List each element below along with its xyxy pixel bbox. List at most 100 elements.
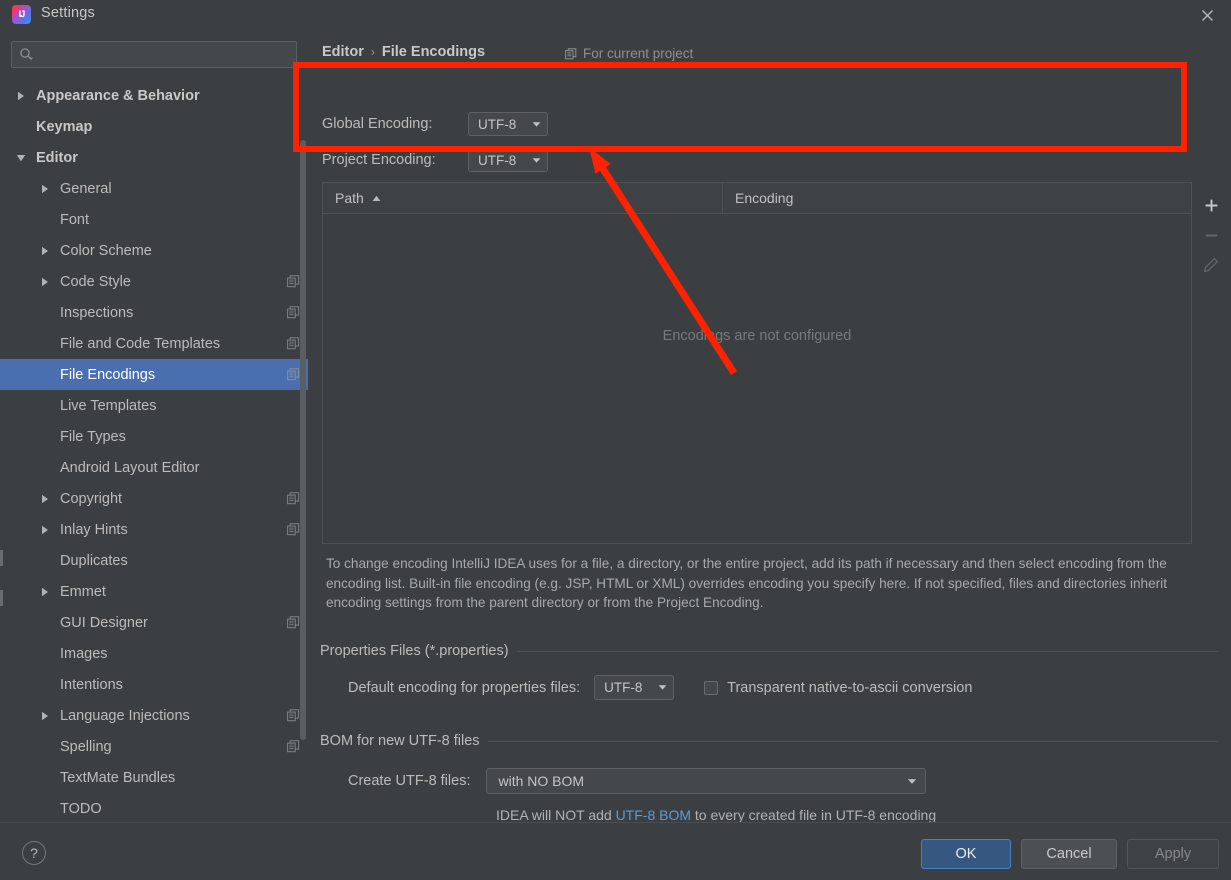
column-header-path[interactable]: Path bbox=[323, 183, 723, 213]
table-body[interactable]: Encodings are not configured bbox=[323, 214, 1191, 543]
cancel-button[interactable]: Cancel bbox=[1021, 839, 1117, 869]
sidebar-item-todo[interactable]: TODO bbox=[0, 793, 308, 822]
search-input[interactable] bbox=[11, 41, 297, 68]
add-button[interactable] bbox=[1197, 190, 1225, 220]
create-utf8-dropdown[interactable]: with NO BOM bbox=[486, 768, 927, 794]
sidebar-item-appearance-behavior[interactable]: Appearance & Behavior bbox=[0, 80, 308, 111]
sidebar-item-images[interactable]: Images bbox=[0, 638, 308, 669]
chevron-right-icon[interactable] bbox=[38, 244, 51, 257]
sidebar-item-duplicates[interactable]: Duplicates bbox=[0, 545, 308, 576]
sidebar-item-gui-designer[interactable]: GUI Designer bbox=[0, 607, 308, 638]
chevron-right-icon[interactable] bbox=[38, 492, 51, 505]
sidebar-item-color-scheme[interactable]: Color Scheme bbox=[0, 235, 308, 266]
copy-settings-icon[interactable] bbox=[287, 306, 300, 319]
sidebar-item-label: File Types bbox=[60, 428, 126, 445]
close-icon[interactable] bbox=[1195, 4, 1219, 26]
properties-group-header: Properties Files (*.properties) bbox=[320, 642, 1218, 660]
encodings-description: To change encoding IntelliJ IDEA uses fo… bbox=[326, 556, 1167, 610]
copy-settings-icon[interactable] bbox=[287, 275, 300, 288]
pencil-icon[interactable] bbox=[1197, 250, 1225, 280]
sort-ascending-icon bbox=[372, 195, 381, 202]
app-icon-glyph: IJ bbox=[18, 9, 25, 19]
sidebar-item-file-types[interactable]: File Types bbox=[0, 421, 308, 452]
sidebar-item-android-layout-editor[interactable]: Android Layout Editor bbox=[0, 452, 308, 483]
sidebar-item-code-style[interactable]: Code Style bbox=[0, 266, 308, 297]
breadcrumb-current: File Encodings bbox=[381, 44, 486, 60]
group-divider bbox=[516, 650, 1218, 652]
chevron-right-icon[interactable] bbox=[38, 275, 51, 288]
bom-note-link[interactable]: UTF-8 BOM bbox=[616, 807, 691, 823]
sidebar-item-label: Language Injections bbox=[60, 707, 190, 724]
group-divider bbox=[487, 740, 1218, 742]
chevron-down-icon bbox=[907, 772, 917, 790]
sidebar-item-live-templates[interactable]: Live Templates bbox=[0, 390, 308, 421]
copy-settings-icon[interactable] bbox=[287, 523, 300, 536]
copy-settings-icon[interactable] bbox=[287, 337, 300, 350]
sidebar-item-emmet[interactable]: Emmet bbox=[0, 576, 308, 607]
sidebar-item-label: Live Templates bbox=[60, 397, 157, 414]
sidebar-scrollbar-thumb[interactable] bbox=[300, 140, 306, 740]
chevron-down-icon[interactable] bbox=[14, 151, 27, 164]
properties-encoding-label: Default encoding for properties files: bbox=[348, 679, 581, 696]
sidebar-item-font[interactable]: Font bbox=[0, 204, 308, 235]
sidebar-item-label: TextMate Bundles bbox=[60, 769, 176, 786]
global-encoding-dropdown[interactable]: UTF-8 bbox=[468, 112, 548, 136]
search-icon bbox=[19, 47, 34, 62]
sidebar-item-keymap[interactable]: Keymap bbox=[0, 111, 308, 142]
transparent-conversion-checkbox[interactable]: Transparent native-to-ascii conversion bbox=[704, 680, 972, 696]
window-edge-mark-bottom bbox=[0, 590, 3, 606]
sidebar-item-label: Spelling bbox=[60, 738, 112, 755]
sidebar-scrollbar-track[interactable] bbox=[300, 80, 307, 822]
chevron-right-icon[interactable] bbox=[38, 182, 51, 195]
chevron-right-icon[interactable] bbox=[38, 523, 51, 536]
remove-button[interactable] bbox=[1197, 220, 1225, 250]
sidebar-item-label: General bbox=[60, 180, 112, 197]
settings-sidebar: Appearance & Behavior Keymap Editor General… bbox=[0, 30, 308, 822]
chevron-down-icon bbox=[658, 684, 667, 691]
help-button[interactable]: ? bbox=[22, 841, 46, 865]
sidebar-item-intentions[interactable]: Intentions bbox=[0, 669, 308, 700]
sidebar-item-label: Inlay Hints bbox=[60, 521, 128, 538]
copy-settings-icon[interactable] bbox=[287, 492, 300, 505]
project-encoding-label: Project Encoding: bbox=[322, 152, 436, 168]
column-header-path-label: Path bbox=[335, 190, 364, 206]
sidebar-item-label: Emmet bbox=[60, 583, 106, 600]
sidebar-item-label: Inspections bbox=[60, 304, 134, 321]
sidebar-item-file-encodings[interactable]: File Encodings bbox=[0, 359, 308, 390]
sidebar-item-inspections[interactable]: Inspections bbox=[0, 297, 308, 328]
sidebar-item-label: Font bbox=[60, 211, 90, 228]
project-encoding-dropdown[interactable]: UTF-8 bbox=[468, 148, 548, 172]
column-header-encoding[interactable]: Encoding bbox=[723, 183, 1191, 213]
sidebar-item-copyright[interactable]: Copyright bbox=[0, 483, 308, 514]
sidebar-item-language-injections[interactable]: Language Injections bbox=[0, 700, 308, 731]
checkbox-box[interactable] bbox=[704, 680, 719, 695]
copy-settings-icon[interactable] bbox=[287, 616, 300, 629]
breadcrumb: Editor › File Encodings bbox=[322, 44, 485, 60]
chevron-right-icon[interactable] bbox=[14, 89, 27, 102]
ok-button[interactable]: OK bbox=[921, 839, 1011, 869]
transparent-conversion-label: Transparent native-to-ascii conversion bbox=[727, 679, 973, 696]
chevron-right-icon[interactable] bbox=[38, 585, 51, 598]
breadcrumb-parent[interactable]: Editor bbox=[322, 44, 364, 60]
copy-settings-icon[interactable] bbox=[287, 740, 300, 753]
sidebar-item-label: Keymap bbox=[36, 118, 93, 135]
sidebar-item-general[interactable]: General bbox=[0, 173, 308, 204]
sidebar-item-file-and-code-templates[interactable]: File and Code Templates bbox=[0, 328, 308, 359]
create-utf8-row: Create UTF-8 files: with NO BOM bbox=[348, 768, 927, 794]
encodings-table: Path Encoding Encodings are not configur… bbox=[322, 182, 1192, 544]
sidebar-item-inlay-hints[interactable]: Inlay Hints bbox=[0, 514, 308, 545]
bom-note-suffix: to every created file in UTF-8 encoding bbox=[691, 807, 937, 823]
properties-encoding-dropdown[interactable]: UTF-8 bbox=[594, 675, 675, 700]
sidebar-item-textmate-bundles[interactable]: TextMate Bundles bbox=[0, 762, 308, 793]
chevron-right-icon[interactable] bbox=[38, 709, 51, 722]
copy-settings-icon[interactable] bbox=[287, 368, 300, 381]
copy-settings-icon[interactable] bbox=[287, 709, 300, 722]
apply-button[interactable]: Apply bbox=[1127, 839, 1219, 869]
chevron-down-icon bbox=[532, 157, 541, 164]
sidebar-item-editor[interactable]: Editor bbox=[0, 142, 308, 173]
table-empty-message: Encodings are not configured bbox=[662, 328, 852, 344]
sidebar-item-spelling[interactable]: Spelling bbox=[0, 731, 308, 762]
